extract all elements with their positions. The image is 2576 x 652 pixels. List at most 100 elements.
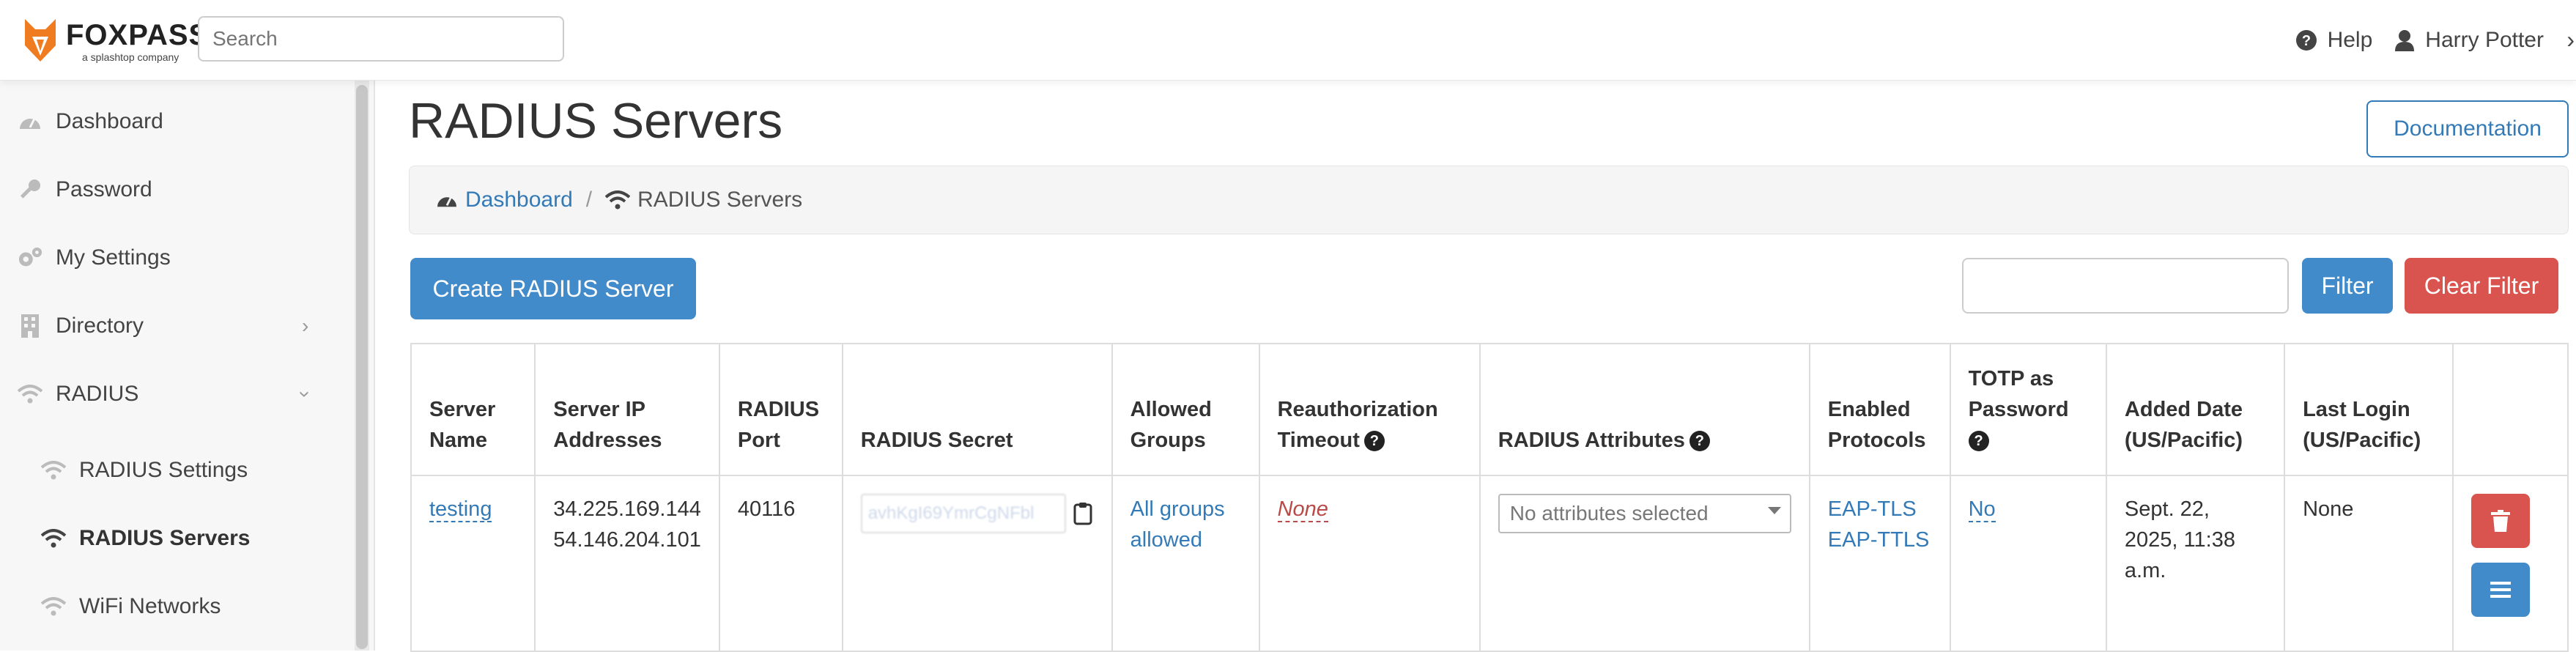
column-header-secret[interactable]: RADIUS Secret (841, 343, 1113, 476)
help-label: Help (2327, 28, 2373, 52)
foxpass-logo[interactable]: FOXPASS a splashtop company (22, 16, 208, 66)
attributes-select[interactable]: No attributes selected (1498, 494, 1791, 533)
wifi-icon (41, 458, 66, 483)
scrollbar-thumb[interactable] (356, 85, 368, 649)
documentation-button[interactable]: Documentation (2366, 100, 2569, 158)
column-header-port[interactable]: RADIUS Port (718, 343, 843, 476)
server-name-link[interactable]: testing (429, 497, 492, 522)
sidebar-item-label: Password (56, 177, 152, 201)
create-radius-server-button[interactable]: Create RADIUS Server (410, 258, 696, 319)
sidebar-item-label: RADIUS Servers (79, 526, 251, 550)
question-circle-icon[interactable]: ? (1363, 431, 1385, 452)
dashboard-icon (18, 109, 42, 134)
key-icon (18, 177, 42, 202)
filter-input[interactable] (1962, 258, 2289, 314)
menu-button[interactable] (2470, 563, 2530, 617)
logo-text: FOXPASS (66, 19, 210, 51)
table-header-row: Server Name Server IP Addresses RADIUS Port… (410, 343, 2569, 476)
breadcrumb-separator: / (585, 188, 593, 212)
dashboard-icon (436, 190, 458, 210)
chevron-down-icon: › (294, 390, 317, 398)
svg-text:?: ? (2301, 33, 2310, 49)
table-row: testing 34.225.169.144 54.146.204.101 401… (410, 475, 2569, 652)
wifi-icon (41, 594, 66, 619)
ip-address: 34.225.169.144 (553, 497, 701, 521)
user-icon (2395, 30, 2415, 51)
column-header-reauth-timeout[interactable]: Reauthorization Timeout? (1258, 343, 1481, 476)
top-navbar: FOXPASS a splashtop company ? Help Harry… (0, 0, 2576, 81)
sidebar-item-label: My Settings (56, 245, 171, 270)
sidebar-item-label: Dashboard (56, 109, 163, 133)
sidebar-item-radius-settings[interactable]: RADIUS Settings (0, 448, 344, 492)
user-menu[interactable]: Harry Potter (2394, 28, 2544, 53)
radius-servers-table: Server Name Server IP Addresses RADIUS Port… (410, 343, 2569, 652)
column-header-totp[interactable]: TOTP as Password? (1949, 343, 2107, 476)
cell-port: 40116 (718, 475, 843, 652)
gears-icon (18, 245, 42, 270)
column-header-server-name[interactable]: Server Name (410, 343, 536, 476)
breadcrumb-home-link[interactable]: Dashboard (465, 188, 573, 212)
caret-down-icon (1767, 507, 1781, 514)
cell-added-date: Sept. 22, 2025, 11:38 a.m. (2105, 475, 2286, 652)
sidebar-item-wifi-networks[interactable]: WiFi Networks (0, 585, 344, 629)
column-header-allowed-groups[interactable]: Allowed Groups (1111, 343, 1260, 476)
sidebar-divider (374, 81, 375, 651)
sidebar-item-dashboard[interactable]: Dashboard (0, 100, 344, 144)
sidebar-item-label: RADIUS (56, 382, 139, 406)
sidebar-item-password[interactable]: Password (0, 168, 344, 212)
logo-subtext: a splashtop company (82, 51, 179, 63)
reauth-timeout-value[interactable]: None (1277, 497, 1328, 522)
question-circle-icon[interactable]: ? (1689, 431, 1710, 452)
clipboard-icon[interactable] (1073, 502, 1092, 525)
building-icon (18, 314, 42, 338)
filter-button[interactable]: Filter (2302, 258, 2393, 314)
sidebar-item-radius[interactable]: RADIUS › (0, 372, 344, 416)
protocols-link[interactable]: EAP-TLS EAP-TTLS (1828, 497, 1930, 552)
wifi-icon (605, 190, 631, 210)
chevron-right-icon[interactable]: › (2566, 26, 2575, 53)
column-header-radius-attributes[interactable]: RADIUS Attributes? (1478, 343, 1810, 476)
radius-secret-field[interactable]: avhKgI69YmrCgNFbl (860, 494, 1066, 533)
column-header-enabled-protocols[interactable]: Enabled Protocols (1808, 343, 1951, 476)
cell-totp: No (1949, 475, 2107, 652)
delete-button[interactable] (2470, 494, 2530, 548)
column-header-server-ip[interactable]: Server IP Addresses (534, 343, 720, 476)
cell-actions (2451, 475, 2569, 652)
cell-secret: avhKgI69YmrCgNFbl (841, 475, 1113, 652)
sidebar: Dashboard Password My Settings Directory… (0, 81, 374, 651)
chevron-right-icon: › (302, 314, 309, 337)
sidebar-item-label: Directory (56, 314, 144, 338)
cell-reauth-timeout: None (1258, 475, 1481, 652)
column-header-actions (2451, 343, 2569, 476)
breadcrumb-current-label: RADIUS Servers (637, 188, 803, 212)
cell-protocols: EAP-TLS EAP-TTLS (1808, 475, 1951, 652)
sidebar-item-directory[interactable]: Directory › (0, 304, 344, 348)
totp-value[interactable]: No (1968, 497, 1996, 522)
breadcrumb: Dashboard / RADIUS Servers (409, 166, 2569, 234)
fox-logo-icon (25, 19, 56, 62)
clear-filter-button[interactable]: Clear Filter (2405, 258, 2558, 314)
sidebar-item-label: RADIUS Settings (79, 458, 248, 482)
search-input[interactable] (198, 16, 564, 62)
ip-address: 54.146.204.101 (553, 528, 701, 552)
column-header-added-date[interactable]: Added Date (US/Pacific) (2105, 343, 2286, 476)
allowed-groups-link[interactable]: All groups allowed (1130, 497, 1225, 552)
sidebar-scrollbar[interactable] (355, 81, 369, 651)
column-header-last-login[interactable]: Last Login (US/Pacific) (2284, 343, 2454, 476)
help-link[interactable]: ? Help (2295, 28, 2373, 53)
cell-last-login: None (2284, 475, 2454, 652)
select-placeholder: No attributes selected (1509, 502, 1709, 525)
breadcrumb-home[interactable]: Dashboard (436, 188, 573, 212)
page-title: RADIUS Servers (409, 93, 783, 149)
cell-server-name: testing (410, 475, 536, 652)
cell-allowed-groups: All groups allowed (1111, 475, 1260, 652)
wifi-icon (41, 526, 66, 551)
sidebar-item-radius-servers[interactable]: RADIUS Servers (0, 516, 344, 560)
question-circle-icon[interactable]: ? (1968, 431, 1989, 452)
sidebar-item-label: WiFi Networks (79, 594, 221, 618)
user-name: Harry Potter (2425, 28, 2544, 52)
bars-icon (2490, 582, 2511, 598)
sidebar-item-my-settings[interactable]: My Settings (0, 236, 344, 280)
wifi-icon (18, 382, 42, 407)
trash-icon (2490, 510, 2510, 532)
